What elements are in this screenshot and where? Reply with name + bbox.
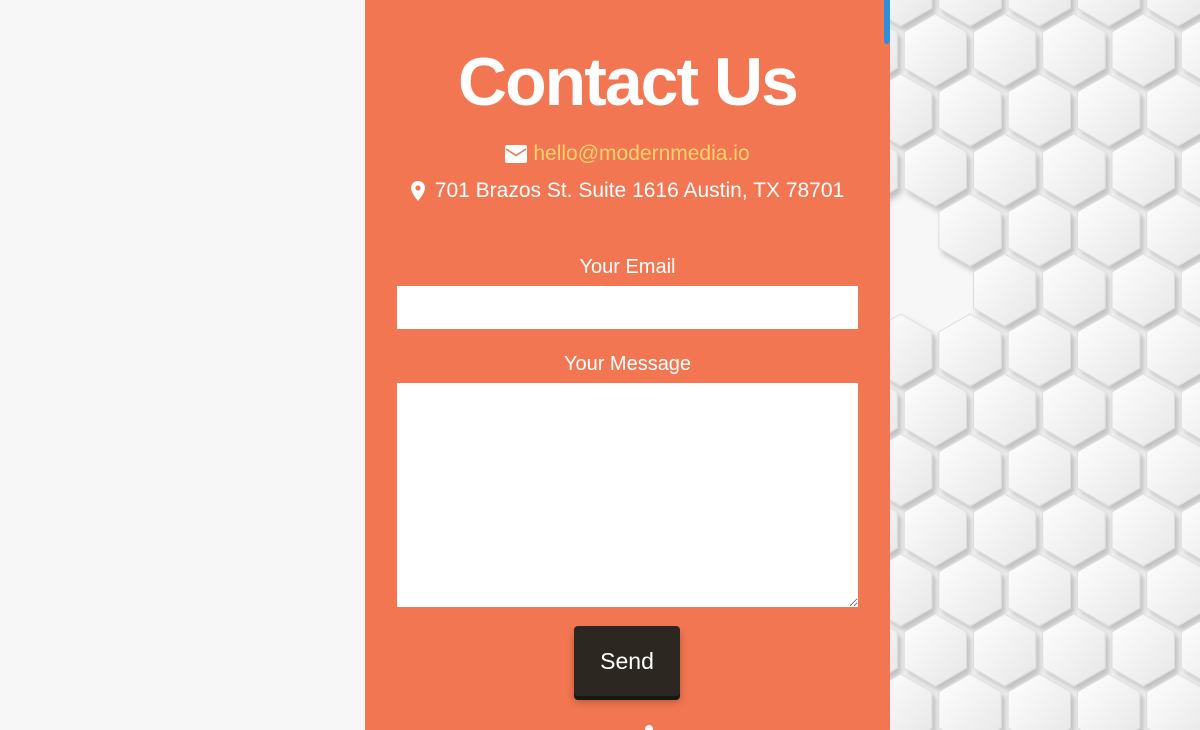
hexagon-tile [973, 253, 1037, 327]
hexagon-tile [890, 627, 898, 673]
hexagon-tile [1042, 13, 1106, 87]
envelope-icon [505, 145, 528, 163]
address-contact-row: 701 Brazos St. Suite 1616 Austin, TX 787… [365, 176, 890, 206]
page: Contact Us hello@modernmedia.io 701 Braz… [0, 0, 1200, 730]
hexagon-tile [1146, 553, 1200, 627]
hexagon-tile [1007, 73, 1071, 147]
hexagon-pattern-graphic [890, 0, 1200, 730]
hexagon-tile [903, 613, 967, 687]
hexagon-tile [1146, 193, 1200, 267]
hexagon-tile [1111, 253, 1175, 327]
contact-panel: Contact Us hello@modernmedia.io 701 Braz… [365, 0, 890, 730]
message-field[interactable] [397, 383, 858, 607]
hexagon-tile [890, 387, 898, 433]
hexagon-tile [890, 73, 933, 147]
email-field[interactable] [397, 286, 858, 329]
hexagon-tile [1111, 133, 1175, 207]
hexagon-tile [1146, 673, 1200, 730]
hexagon-tile [1146, 313, 1200, 387]
hexagon-tile [1180, 140, 1200, 200]
hexagon-tile [973, 133, 1037, 207]
hexagon-tile [890, 147, 898, 193]
hexagon-tile [1180, 260, 1200, 320]
hexagon-tile [903, 373, 967, 447]
hexagon-tile [1111, 493, 1175, 567]
hexagon-tile [890, 313, 933, 387]
hexagon-tile [1180, 620, 1200, 680]
hexagon-tile [973, 373, 1037, 447]
hexagon-tile [1042, 253, 1106, 327]
partial-glyph-decoration [645, 725, 653, 730]
scroll-indicator [884, 0, 890, 44]
hexagon-tile [1042, 133, 1106, 207]
hexagon-tile [890, 27, 898, 73]
hexagon-tile [903, 13, 967, 87]
hexagon-tile [890, 507, 898, 553]
email-field-label: Your Email [579, 256, 676, 278]
hexagon-tile [1007, 433, 1071, 507]
hexagon-tile [903, 133, 967, 207]
hexagon-tile [1111, 13, 1175, 87]
hexagon-tile [1076, 193, 1141, 267]
hexagon-tile [890, 553, 933, 627]
hexagon-tile [1007, 553, 1071, 627]
hexagon-tile [1146, 73, 1200, 147]
hexagon-tile [1042, 493, 1106, 567]
hexagon-tile [1180, 380, 1200, 440]
map-marker-icon [410, 181, 425, 201]
hexagon-tile [938, 313, 1002, 387]
hexagon-tile [1007, 673, 1071, 730]
hexagon-pattern-background [890, 0, 1200, 730]
hexagon-tile [1076, 673, 1141, 730]
hexagon-tile [1007, 193, 1071, 267]
address-text: 701 Brazos St. Suite 1616 Austin, TX 787… [434, 179, 845, 202]
hexagon-tile [938, 73, 1002, 147]
hexagon-tile [973, 13, 1037, 87]
hexagon-tile [1146, 433, 1200, 507]
hexagon-tile [1111, 613, 1175, 687]
send-button[interactable]: Send [574, 626, 680, 696]
hexagon-tile [1076, 73, 1141, 147]
hexagon-tile [1042, 613, 1106, 687]
hexagon-tile [1007, 313, 1071, 387]
hexagon-tile [903, 493, 967, 567]
hexagon-tile [973, 493, 1037, 567]
hexagon-tile [938, 433, 1002, 507]
message-field-label: Your Message [563, 353, 692, 375]
hexagon-tile [1076, 313, 1141, 387]
hexagon-tile [890, 433, 933, 507]
hexagon-tile [1180, 20, 1200, 80]
hexagon-tile [1111, 373, 1175, 447]
hexagon-tile [938, 193, 1002, 267]
hexagon-tile [890, 673, 933, 730]
hexagon-tile [938, 673, 1002, 730]
hexagon-tile [938, 553, 1002, 627]
hexagon-tile [1180, 500, 1200, 560]
hexagon-tile [1042, 373, 1106, 447]
email-contact-row: hello@modernmedia.io [365, 139, 890, 169]
hexagon-tile [973, 613, 1037, 687]
hexagon-tile [1076, 433, 1141, 507]
page-title: Contact Us [458, 44, 799, 120]
email-link[interactable]: hello@modernmedia.io [533, 142, 749, 166]
hexagon-tile [1076, 553, 1141, 627]
